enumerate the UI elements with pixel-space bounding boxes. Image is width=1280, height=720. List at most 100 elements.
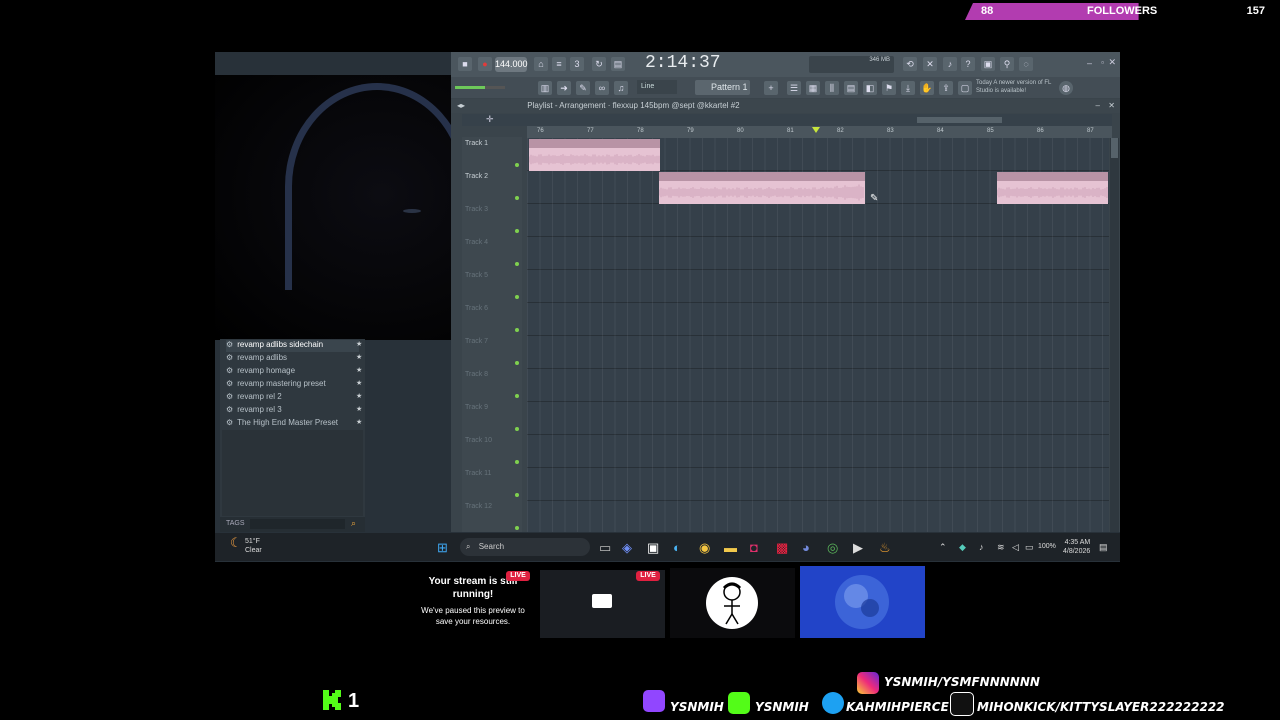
browser-item[interactable]: ⚙ revamp mastering preset ★ xyxy=(226,379,362,391)
star-icon[interactable]: ★ xyxy=(356,340,362,348)
snap-selector[interactable]: Line xyxy=(637,80,677,94)
link-icon[interactable]: ∞ xyxy=(595,81,609,95)
track-mute-led[interactable] xyxy=(515,229,519,233)
browser-item[interactable]: ⚙ revamp adlibs sidechain ★ xyxy=(226,340,362,352)
master-volume-slider[interactable] xyxy=(455,86,505,89)
star-icon[interactable]: ★ xyxy=(356,353,362,361)
step-edit-icon[interactable]: ▤ xyxy=(611,57,625,71)
arrow-icon[interactable]: ➜ xyxy=(557,81,571,95)
playlist-minimize-icon[interactable]: – xyxy=(1096,99,1100,113)
minimize-icon[interactable]: – xyxy=(1087,58,1092,68)
track-mute-led[interactable] xyxy=(515,493,519,497)
browser-item[interactable]: ⚙ revamp rel 2 ★ xyxy=(226,392,362,404)
undo-icon[interactable]: ⟲ xyxy=(903,57,917,71)
chrome-icon[interactable]: ◉ xyxy=(699,540,710,556)
track-mute-led[interactable] xyxy=(515,460,519,464)
help-icon[interactable]: ? xyxy=(961,57,975,71)
browser-item[interactable]: ⚙ revamp rel 3 ★ xyxy=(226,405,362,417)
audio-clip[interactable]: flexxup 145bpm @sept @kkartel xyxy=(997,172,1108,204)
track-mute-led[interactable] xyxy=(515,262,519,266)
brush-icon[interactable]: ✎ xyxy=(576,81,590,95)
update-notice[interactable]: Today A newer version of FL Studio is av… xyxy=(976,79,1061,97)
piano-icon[interactable]: ▤ xyxy=(844,81,858,95)
copilot-icon[interactable]: ◈ xyxy=(622,540,632,556)
browser-item[interactable]: ⚙ revamp adlibs ★ xyxy=(226,353,362,365)
battery-icon[interactable]: ▭ xyxy=(1025,542,1034,553)
wifi-icon[interactable]: ≋ xyxy=(997,542,1005,553)
playlist-close-icon[interactable]: ✕ xyxy=(1108,99,1115,113)
chrome-alt-icon[interactable]: ◎ xyxy=(827,540,838,556)
loop-record-icon[interactable]: ↻ xyxy=(592,57,606,71)
maximize-icon[interactable]: ▫ xyxy=(1101,58,1104,67)
stop-button[interactable]: ■ xyxy=(458,57,472,71)
tools-icon[interactable]: ✕ xyxy=(923,57,937,71)
track-label[interactable]: Track 6 xyxy=(465,305,488,312)
piano-roll-icon[interactable]: ▥ xyxy=(538,81,552,95)
mic-tray-icon[interactable]: ♪ xyxy=(979,542,984,552)
star-icon[interactable]: ★ xyxy=(356,366,362,374)
vertical-scrollbar[interactable] xyxy=(1110,138,1119,532)
track-mute-led[interactable] xyxy=(515,427,519,431)
weather-widget[interactable]: ☾ 51°F Clear xyxy=(230,536,262,555)
system-clock[interactable]: 4:35 AM 4/8/2026 xyxy=(1063,538,1090,556)
track-label[interactable]: Track 1 xyxy=(465,140,488,147)
track-mute-led[interactable] xyxy=(515,163,519,167)
track-label[interactable]: Track 2 xyxy=(465,173,488,180)
metronome-icon[interactable]: ⌂ xyxy=(534,57,548,71)
search-icon[interactable]: ⌕ xyxy=(351,518,356,529)
horizontal-scrollbar[interactable] xyxy=(917,117,1002,123)
track-label[interactable]: Track 9 xyxy=(465,404,488,411)
browser-item[interactable]: ⚙ The High End Master Preset ★ xyxy=(226,418,362,430)
star-icon[interactable]: ★ xyxy=(356,379,362,387)
track-label[interactable]: Track 12 xyxy=(465,503,492,510)
app-icon[interactable]: ▩ xyxy=(776,540,788,556)
audio-clip[interactable]: mih - at my peace ft rel [prod.sept+kkar… xyxy=(529,139,660,171)
store-icon[interactable]: ▣ xyxy=(647,540,659,556)
add-track-icon[interactable]: ✛ xyxy=(486,114,494,125)
track-mute-led[interactable] xyxy=(515,196,519,200)
song-time-display[interactable]: 2:14:37 xyxy=(645,53,721,75)
track-mute-led[interactable] xyxy=(515,394,519,398)
track-mute-led[interactable] xyxy=(515,526,519,530)
export-icon[interactable]: ⇪ xyxy=(939,81,953,95)
chat-icon[interactable]: ◌ xyxy=(1019,57,1033,71)
close-icon[interactable]: ✕ xyxy=(1108,57,1116,68)
browser-icon[interactable]: ◧ xyxy=(863,81,877,95)
fl-studio-taskbar-icon[interactable]: ♨ xyxy=(879,540,891,556)
record-button[interactable]: ● xyxy=(478,57,492,71)
tempo-display[interactable]: 144.000 xyxy=(495,57,528,72)
audio-clip[interactable]: flexxup 145bpm @sept @kkartel #2 xyxy=(659,172,865,204)
track-label[interactable]: Track 8 xyxy=(465,371,488,378)
save-icon[interactable]: ▣ xyxy=(981,57,995,71)
star-icon[interactable]: ★ xyxy=(356,418,362,426)
browser-item[interactable]: ⚙ revamp homage ★ xyxy=(226,366,362,378)
playlist-nav-icon[interactable]: ◂▸ xyxy=(457,101,465,110)
notification-icon[interactable]: ▤ xyxy=(1099,542,1108,553)
media-player-icon[interactable]: ▶ xyxy=(853,540,863,556)
volume-icon[interactable]: ◁ xyxy=(1012,542,1019,553)
tray-app-icon[interactable]: ◆ xyxy=(959,542,966,553)
star-icon[interactable]: ★ xyxy=(356,392,362,400)
track-label[interactable]: Track 5 xyxy=(465,272,488,279)
user-avatar-tile[interactable] xyxy=(670,568,795,638)
download-icon[interactable]: ⤓ xyxy=(901,81,915,95)
user-avatar-tile[interactable] xyxy=(800,566,925,638)
playlist-icon[interactable]: ☰ xyxy=(787,81,801,95)
track-label[interactable]: Track 4 xyxy=(465,239,488,246)
plugin-icon[interactable]: ⚲ xyxy=(1000,57,1014,71)
track-label[interactable]: Track 3 xyxy=(465,206,488,213)
star-icon[interactable]: ★ xyxy=(356,405,362,413)
track-mute-led[interactable] xyxy=(515,328,519,332)
taskbar-search[interactable]: ⌕ Search xyxy=(460,538,590,556)
track-label[interactable]: Track 11 xyxy=(465,470,491,477)
add-pattern-icon[interactable]: + xyxy=(764,81,778,95)
track-mute-led[interactable] xyxy=(515,361,519,365)
pattern-selector[interactable]: Pattern 1 xyxy=(695,80,750,95)
track-label[interactable]: Track 7 xyxy=(465,338,488,345)
mic-icon[interactable]: ♪ xyxy=(943,57,957,71)
playhead-marker[interactable] xyxy=(812,127,820,133)
tags-input[interactable] xyxy=(250,519,345,529)
track-mute-led[interactable] xyxy=(515,295,519,299)
channel-rack-icon[interactable]: ▦ xyxy=(806,81,820,95)
plugin-db-icon[interactable]: ⚑ xyxy=(882,81,896,95)
